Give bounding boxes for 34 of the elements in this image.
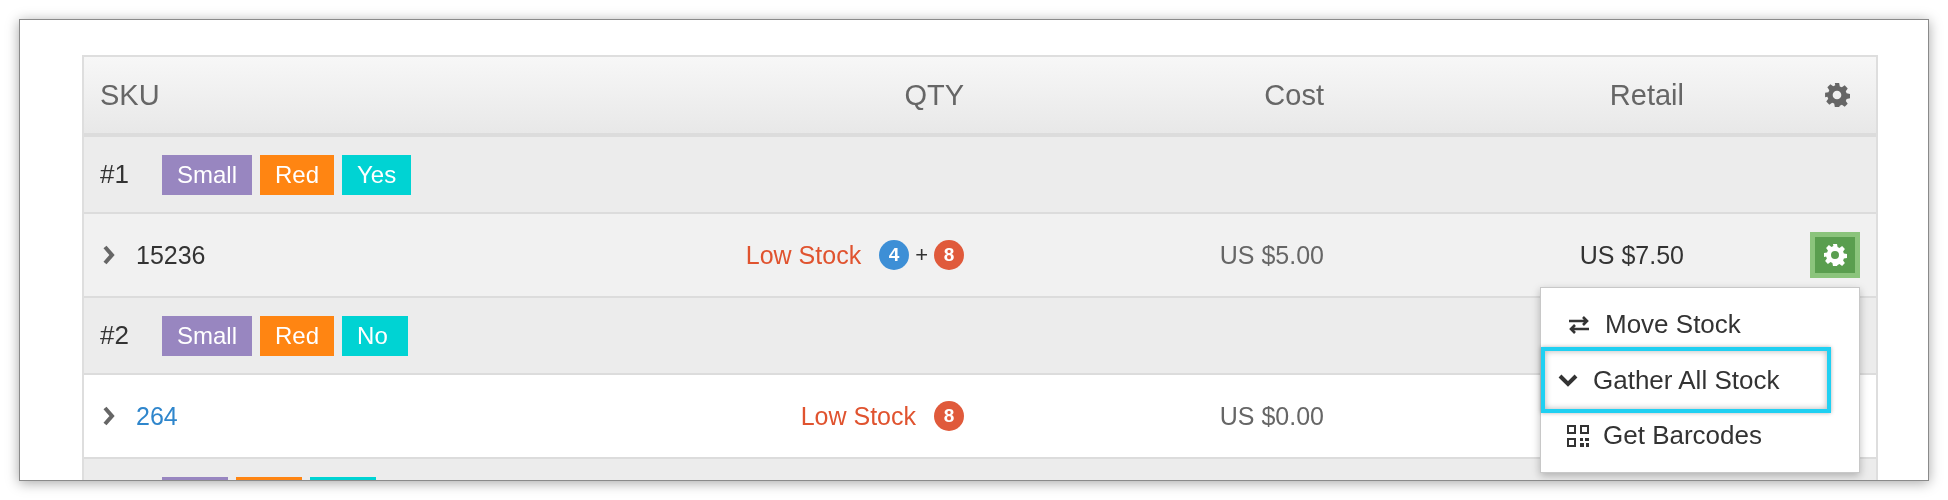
sku-link[interactable]: 264 <box>136 401 178 431</box>
tag: Small <box>162 154 252 195</box>
stock-status: Low Stock <box>800 401 916 431</box>
settings-icon <box>1824 82 1850 108</box>
column-header: Cost <box>1264 78 1324 112</box>
sku-text: 15236 <box>136 240 206 270</box>
count-badge: 4 <box>879 240 910 270</box>
tag: No <box>342 315 409 356</box>
group-label: #2 <box>100 320 130 351</box>
chevron-right-icon[interactable] <box>102 405 116 427</box>
chevron-down-icon <box>1557 372 1579 388</box>
swap-arrows-icon <box>1567 314 1591 335</box>
retail-value: US $7.50 <box>1579 240 1684 270</box>
cost-value: US $5.00 <box>1219 240 1324 270</box>
menu-item[interactable]: Gather All Stock <box>1541 347 1831 413</box>
group-label: #1 <box>100 159 130 190</box>
menu-item[interactable]: Get Barcodes <box>1547 413 1853 458</box>
plus-sign: + <box>915 242 928 268</box>
cost-value: US $0.00 <box>1219 401 1324 431</box>
menu-item[interactable]: Move Stock <box>1547 302 1853 347</box>
column-header: SKU <box>100 78 160 112</box>
count-badge: 8 <box>934 240 964 270</box>
tag: Yes <box>342 154 412 195</box>
stock-status: Low Stock <box>745 240 862 270</box>
tag: Red <box>260 315 335 356</box>
settings-button[interactable] <box>1810 232 1860 278</box>
column-header: Retail <box>1609 78 1684 112</box>
column-header: QTY <box>904 78 964 112</box>
chevron-right-icon[interactable] <box>102 244 116 266</box>
settings-icon <box>1823 243 1847 267</box>
qr-code-icon <box>1567 424 1589 447</box>
count-badge: 8 <box>934 401 964 431</box>
tag: Small <box>162 315 252 356</box>
tag: Red <box>260 154 335 195</box>
